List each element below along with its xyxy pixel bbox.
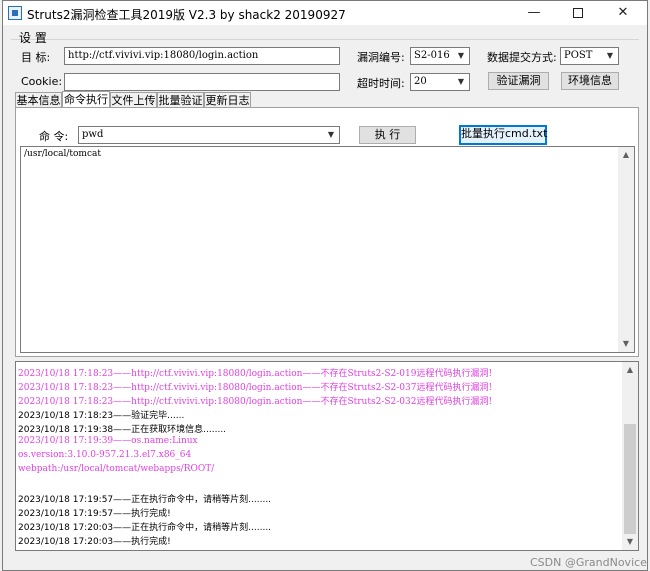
command-output-text: /usr/local/tomcat <box>24 149 101 159</box>
vuln-id-label: 漏洞编号: <box>357 51 405 64</box>
vuln-id-select[interactable]: S2-016 ▼ <box>410 47 470 65</box>
log-line: 2023/10/18 17:18:23——验证完毕...... <box>18 411 185 421</box>
app-window: Struts2漏洞检查工具2019版 V2.3 by shack2 201909… <box>2 0 648 571</box>
log-scrollbar-thumb[interactable] <box>624 424 636 534</box>
log-line: 2023/10/18 17:19:38——正在获取环境信息........ <box>18 425 227 435</box>
command-output[interactable]: /usr/local/tomcat ▲ ▼ <box>20 146 635 353</box>
app-icon <box>8 6 22 20</box>
window-title: Struts2漏洞检查工具2019版 V2.3 by shack2 201909… <box>27 8 346 22</box>
command-value: pwd <box>82 129 104 140</box>
target-label: 目 标: <box>21 51 51 64</box>
env-info-button[interactable]: 环境信息 <box>561 72 619 90</box>
target-url-input[interactable]: http://ctf.vivivi.vip:18080/login.action <box>64 47 340 65</box>
scroll-down-icon[interactable]: ▼ <box>618 336 634 352</box>
tab-batch-verify[interactable]: 批量验证 <box>157 92 204 108</box>
log-line: webpath:/usr/local/tomcat/webapps/ROOT/ <box>18 464 215 474</box>
minimize-button[interactable]: — <box>512 1 556 25</box>
chevron-down-icon: ▼ <box>457 77 465 86</box>
maximize-icon <box>573 7 583 18</box>
log-line: 2023/10/18 17:19:57——执行完成! <box>18 509 171 519</box>
scroll-up-icon[interactable]: ▲ <box>622 362 638 378</box>
maximize-button[interactable] <box>556 1 600 25</box>
chevron-down-icon: ▼ <box>457 51 465 60</box>
scroll-down-icon[interactable]: ▼ <box>622 534 638 550</box>
chevron-down-icon: ▼ <box>327 130 335 139</box>
cookie-input[interactable] <box>64 73 340 91</box>
submit-method-select[interactable]: POST ▼ <box>560 47 619 65</box>
log-scrollbar[interactable]: ▲ ▼ <box>622 362 638 550</box>
timeout-label: 超时时间: <box>357 77 405 90</box>
tab-changelog[interactable]: 更新日志 <box>204 92 251 108</box>
tab-file-upload[interactable]: 文件上传 <box>110 92 157 108</box>
log-line: 2023/10/18 17:18:23——http://ctf.vivivi.v… <box>18 397 493 407</box>
vuln-id-value: S2-016 <box>414 50 450 61</box>
title-bar[interactable]: Struts2漏洞检查工具2019版 V2.3 by shack2 201909… <box>3 1 647 25</box>
verify-vuln-button[interactable]: 验证漏洞 <box>488 72 549 90</box>
command-label: 命 令: <box>39 130 69 143</box>
log-output[interactable]: 2023/10/18 17:18:23——http://ctf.vivivi.v… <box>15 361 639 551</box>
log-line: 2023/10/18 17:18:23——http://ctf.vivivi.v… <box>18 383 493 393</box>
submit-method-label: 数据提交方式: <box>487 51 557 64</box>
chevron-down-icon: ▼ <box>606 51 614 60</box>
batch-execute-button[interactable]: 批量执行cmd.txt <box>459 125 547 145</box>
close-icon: ✕ <box>617 5 629 20</box>
scroll-up-icon[interactable]: ▲ <box>618 147 634 163</box>
close-button[interactable]: ✕ <box>601 1 645 25</box>
timeout-select[interactable]: 20 ▼ <box>410 73 470 91</box>
log-line: 2023/10/18 17:20:03——正在执行命令中，请稍等片刻......… <box>18 523 272 533</box>
cookie-label: Cookie: <box>21 75 63 88</box>
log-line: 2023/10/18 17:18:23——http://ctf.vivivi.v… <box>18 369 493 379</box>
submit-method-value: POST <box>564 50 593 61</box>
tab-basic-info[interactable]: 基本信息 <box>15 92 62 108</box>
log-line: 2023/10/18 17:19:57——正在执行命令中，请稍等片刻......… <box>18 495 272 505</box>
watermark: CSDN @GrandNovice <box>530 556 647 569</box>
log-line: 2023/10/18 17:19:39——os.name:Linux <box>18 436 198 446</box>
minimize-icon: — <box>527 5 541 20</box>
execute-button[interactable]: 执 行 <box>359 126 416 144</box>
command-input[interactable]: pwd ▼ <box>78 126 340 144</box>
timeout-value: 20 <box>414 76 427 87</box>
log-line: os.version:3.10.0-957.21.3.el7.x86_64 <box>18 450 192 460</box>
log-line: 2023/10/18 17:20:03——执行完成! <box>18 537 171 547</box>
output-scrollbar[interactable]: ▲ ▼ <box>618 147 634 352</box>
settings-group-label: 设 置 <box>19 31 47 45</box>
